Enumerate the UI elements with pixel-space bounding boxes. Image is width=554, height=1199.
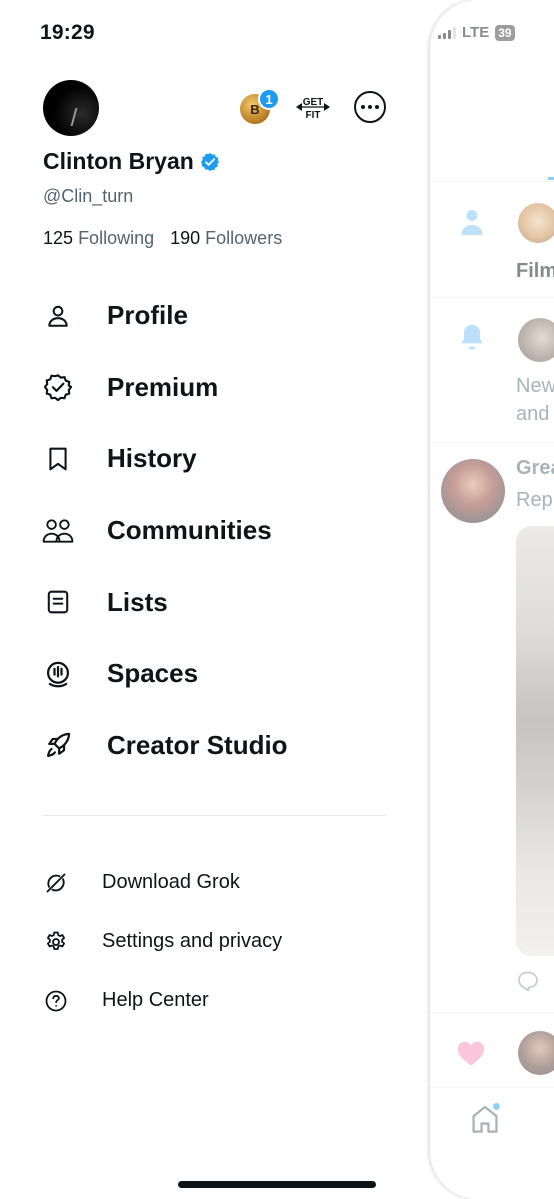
author-avatar[interactable] [441, 459, 505, 523]
profile-name[interactable]: Clinton Bryan [43, 148, 220, 175]
bottom-nav-divider [430, 1087, 554, 1088]
account-avatar[interactable] [518, 1031, 554, 1075]
menu-item-spaces[interactable]: Spaces [40, 638, 390, 710]
menu-item-label: Spaces [107, 658, 199, 689]
follow-notification-icon [460, 208, 484, 241]
menu-item-premium[interactable]: Premium [40, 352, 390, 424]
row-divider [430, 1012, 554, 1013]
help-icon [40, 985, 72, 1017]
person-icon [40, 298, 76, 334]
app-screen: 19:29 B 1 GET FIT Clinton Bryan @Clin_tu… [0, 0, 554, 1199]
submenu-item-settings[interactable]: Settings and privacy [40, 912, 390, 971]
home-icon[interactable] [470, 1103, 500, 1140]
battery-icon: 39 [495, 24, 515, 41]
post-author[interactable]: Grea [516, 457, 554, 480]
notification-text: New [516, 375, 554, 397]
menu-item-history[interactable]: History [40, 423, 390, 495]
verified-badge-icon [40, 369, 76, 405]
menu-item-label: Communities [107, 515, 272, 546]
account-avatar[interactable] [518, 203, 554, 243]
menu-item-communities[interactable]: Communities [40, 495, 390, 567]
panel-status-bar: LTE 39 [438, 24, 515, 41]
menu-divider [43, 815, 386, 816]
bell-icon [458, 322, 486, 357]
side-drawer: B 1 GET FIT Clinton Bryan @Clin_turn 125… [0, 0, 430, 1199]
submenu-item-label: Download Grok [102, 871, 240, 893]
profile-name-text: Clinton Bryan [43, 148, 194, 174]
menu-item-label: Premium [107, 371, 219, 402]
heart-icon [456, 1039, 486, 1072]
gear-icon [40, 926, 72, 958]
spaces-icon [40, 656, 76, 692]
submenu-item-download-grok[interactable]: Download Grok [40, 853, 390, 912]
menu-item-profile[interactable]: Profile [40, 280, 390, 352]
coin-button[interactable]: B 1 [240, 88, 280, 124]
reply-icon[interactable] [516, 969, 540, 998]
menu-item-label: Profile [107, 300, 188, 331]
following-link[interactable]: 125 Following [43, 228, 154, 249]
communities-icon [40, 513, 76, 549]
menu-item-label: Lists [107, 586, 168, 617]
avatar[interactable] [43, 80, 99, 136]
notification-badge: 1 [258, 88, 280, 110]
network-label: LTE [462, 24, 490, 41]
svg-text:GET: GET [303, 97, 324, 108]
getfit-logo-icon[interactable]: GET FIT [294, 92, 332, 122]
more-options-button[interactable] [354, 91, 386, 123]
menu-item-creator-studio[interactable]: Creator Studio [40, 710, 390, 782]
list-icon [40, 584, 76, 620]
drawer-top-actions: B 1 GET FIT [240, 88, 386, 126]
notification-text: and [516, 403, 550, 425]
follow-stats: 125 Following 190 Followers [43, 228, 282, 249]
timeline-panel[interactable]: LTE 39 Film New and Grea Rep [430, 0, 554, 1199]
submenu-item-label: Help Center [102, 989, 209, 1011]
svg-text:FIT: FIT [306, 110, 321, 121]
rocket-icon [40, 727, 76, 763]
signal-icon [438, 26, 456, 39]
profile-handle: @Clin_turn [43, 186, 134, 206]
notification-text: Film [516, 260, 554, 282]
submenu-item-label: Settings and privacy [102, 930, 283, 952]
post-media[interactable] [516, 526, 554, 956]
row-divider [430, 297, 554, 298]
tab-divider [430, 181, 554, 182]
menu-item-lists[interactable]: Lists [40, 566, 390, 638]
account-avatar[interactable] [518, 318, 554, 362]
home-indicator[interactable] [178, 1181, 376, 1188]
active-tab-indicator [548, 150, 554, 180]
bookmark-icon [40, 441, 76, 477]
post-reply-context: Rep [516, 489, 553, 511]
followers-link[interactable]: 190 Followers [170, 228, 282, 249]
menu-item-label: Creator Studio [107, 729, 288, 760]
submenu-item-help-center[interactable]: Help Center [40, 971, 390, 1030]
drawer-submenu: Download Grok Settings and privacy Help … [40, 853, 390, 1030]
menu-item-label: History [107, 443, 197, 474]
grok-icon [40, 867, 72, 899]
verified-icon [200, 152, 219, 171]
row-divider [430, 442, 554, 443]
drawer-menu: Profile Premium History Communities List… [40, 280, 390, 781]
